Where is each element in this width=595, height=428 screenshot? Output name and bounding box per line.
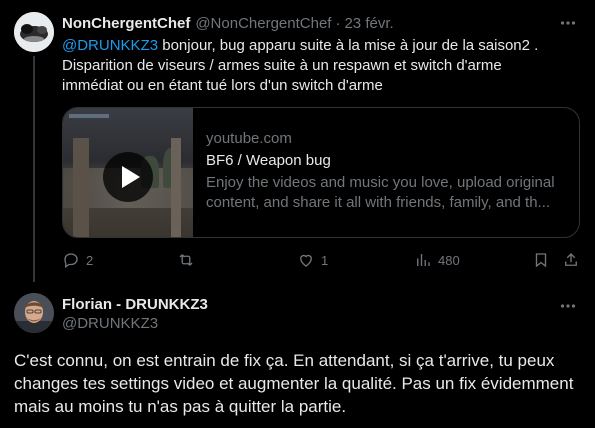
reply-text: C'est connu, on est entrain de fix ça. E… <box>14 351 574 416</box>
thread-connector-line <box>33 56 35 282</box>
heart-icon <box>300 254 312 267</box>
card-description: Enjoy the videos and music you love, upl… <box>206 174 555 211</box>
user-handle[interactable]: @NonChergentChef <box>195 15 331 32</box>
bookmark-icon <box>535 253 547 268</box>
play-icon <box>121 166 140 188</box>
bookmark-button[interactable] <box>532 249 550 271</box>
avatar-image <box>14 293 54 333</box>
video-thumbnail[interactable] <box>63 108 193 237</box>
user-handle[interactable]: @DRUNKKZ3 <box>62 315 158 332</box>
tweet-text: @DRUNKKZ3 bonjour, bug apparu suite à la… <box>62 36 562 96</box>
views-count: 480 <box>438 252 460 268</box>
share-icon <box>565 253 577 266</box>
like-count: 1 <box>321 252 329 268</box>
more-options-button[interactable] <box>557 296 579 316</box>
reply-count: 2 <box>86 252 94 268</box>
card-body: youtube.com BF6 / Weapon bug Enjoy the v… <box>206 129 571 213</box>
separator-dot: · <box>335 14 341 32</box>
avatar-image <box>14 12 54 52</box>
reply-icon <box>64 253 78 269</box>
share-button[interactable] <box>562 249 580 271</box>
ellipsis-icon <box>560 21 576 25</box>
timestamp[interactable]: 23 févr. <box>344 15 393 32</box>
link-card[interactable]: youtube.com BF6 / Weapon bug Enjoy the v… <box>62 107 580 238</box>
play-button[interactable] <box>103 152 153 202</box>
views-button[interactable]: 480 <box>414 249 460 271</box>
more-options-button[interactable] <box>557 13 579 33</box>
avatar-nonchergentchef[interactable] <box>14 12 54 52</box>
like-button[interactable]: 1 <box>297 249 328 271</box>
card-domain: youtube.com <box>206 130 292 147</box>
tweet-header: NonChergentChef @NonChergentChef · 23 fé… <box>62 13 555 33</box>
ellipsis-icon <box>560 304 576 308</box>
card-title: BF6 / Weapon bug <box>206 152 331 169</box>
avatar-florian[interactable] <box>14 293 54 333</box>
display-name[interactable]: NonChergentChef <box>62 15 190 32</box>
views-chart-icon <box>417 254 430 266</box>
reply-button[interactable]: 2 <box>62 249 93 271</box>
mention-link[interactable]: @DRUNKKZ3 <box>62 37 158 54</box>
tweet-actions: 2 1 480 <box>62 249 582 271</box>
repost-icon <box>179 254 193 266</box>
display-name[interactable]: Florian - DRUNKKZ3 <box>62 296 208 313</box>
repost-button[interactable] <box>177 249 201 271</box>
